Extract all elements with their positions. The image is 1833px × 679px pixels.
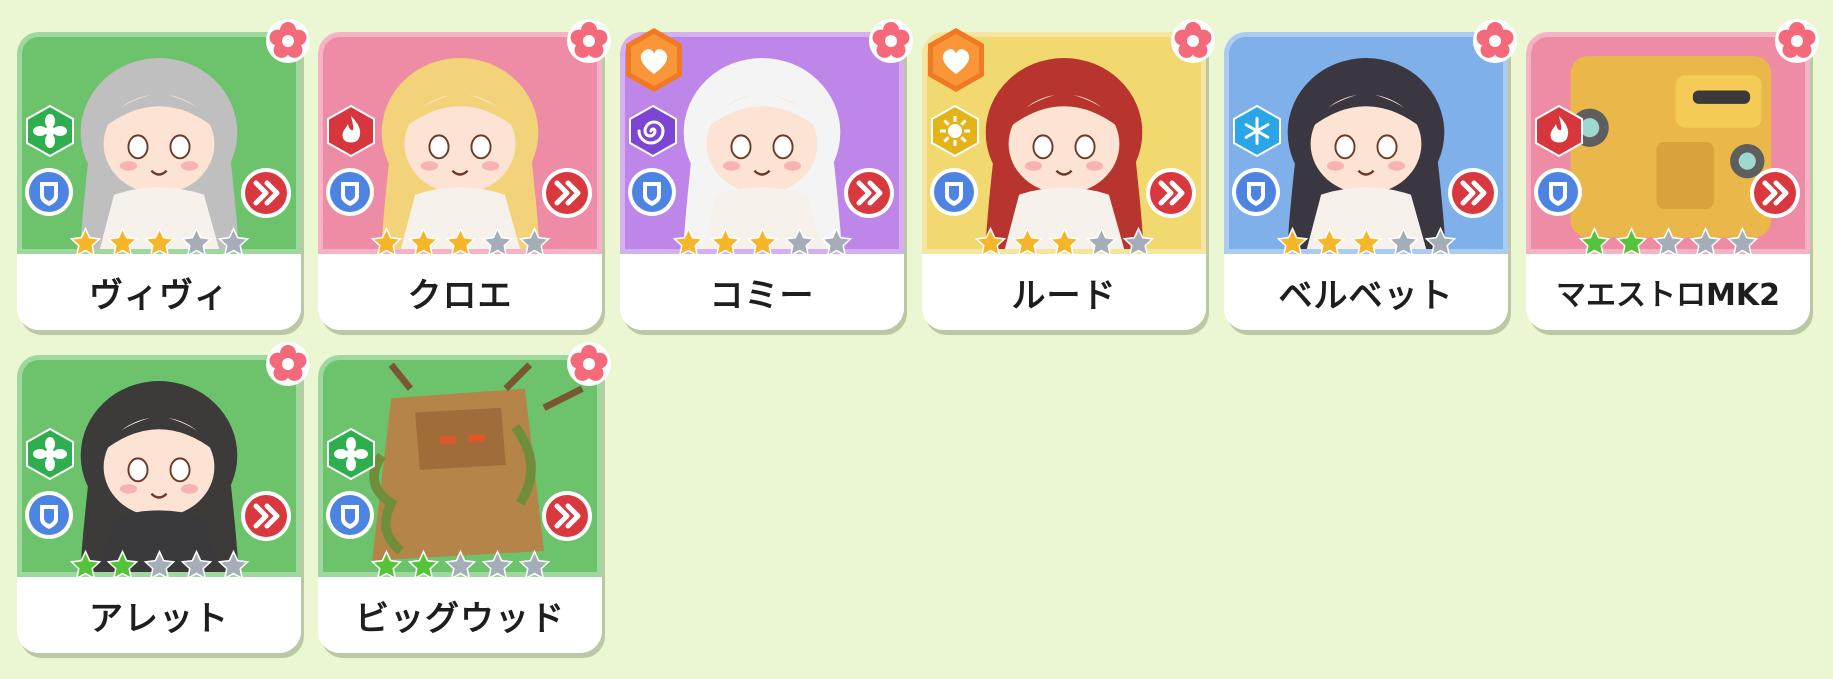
character-name: ヴィヴィ xyxy=(89,275,229,316)
spiral-icon xyxy=(629,104,677,158)
character-card[interactable]: ヴィヴィ xyxy=(17,19,310,330)
character-card[interactable]: コミー xyxy=(620,19,913,330)
shield-icon xyxy=(930,168,978,216)
fire-icon xyxy=(1535,104,1583,158)
leaf-icon xyxy=(26,427,74,481)
detail-arrow-icon[interactable] xyxy=(842,166,896,220)
character-card[interactable]: ルード xyxy=(922,19,1215,330)
sun-icon xyxy=(931,104,979,158)
detail-arrow-icon[interactable] xyxy=(1446,166,1500,220)
fire-icon xyxy=(327,104,375,158)
character-name: ルード xyxy=(1011,275,1117,316)
flower-icon xyxy=(266,342,310,386)
character-name: クロエ xyxy=(407,275,513,316)
flower-icon xyxy=(266,19,310,63)
name-bar: マエストロMK2 xyxy=(1526,254,1810,330)
name-bar: アレット xyxy=(17,577,301,653)
shield-icon xyxy=(628,168,676,216)
name-bar: ヴィヴィ xyxy=(17,254,301,330)
snowflake-icon xyxy=(1233,104,1281,158)
favorite-heart-icon xyxy=(928,28,984,92)
flower-icon xyxy=(567,19,611,63)
character-card[interactable]: アレット xyxy=(17,342,310,653)
name-bar: ルード xyxy=(922,254,1206,330)
name-bar: クロエ xyxy=(318,254,602,330)
shield-icon xyxy=(326,168,374,216)
detail-arrow-icon[interactable] xyxy=(239,489,293,543)
character-name: ベルベット xyxy=(1278,275,1454,316)
flower-icon xyxy=(1473,19,1517,63)
name-bar: ビッグウッド xyxy=(318,577,602,653)
shield-icon xyxy=(1232,168,1280,216)
character-name: コミー xyxy=(709,275,815,316)
character-card[interactable]: ベルベット xyxy=(1224,19,1517,330)
shield-icon xyxy=(1534,168,1582,216)
favorite-heart-icon xyxy=(626,28,682,92)
leaf-icon xyxy=(26,104,74,158)
character-grid: ヴィヴィ クロエ コミー ルード ベルベット マエストロMK2 アレット ビッグ… xyxy=(17,19,1819,672)
flower-icon xyxy=(1775,19,1819,63)
character-card[interactable]: クロエ xyxy=(318,19,611,330)
character-card[interactable]: マエストロMK2 xyxy=(1526,19,1819,330)
detail-arrow-icon[interactable] xyxy=(239,166,293,220)
flower-icon xyxy=(567,342,611,386)
shield-icon xyxy=(326,491,374,539)
detail-arrow-icon[interactable] xyxy=(540,166,594,220)
character-name: アレット xyxy=(89,598,229,639)
detail-arrow-icon[interactable] xyxy=(1748,166,1802,220)
character-name: ビッグウッド xyxy=(355,598,565,639)
detail-arrow-icon[interactable] xyxy=(540,489,594,543)
name-bar: コミー xyxy=(620,254,904,330)
shield-icon xyxy=(25,491,73,539)
detail-arrow-icon[interactable] xyxy=(1144,166,1198,220)
name-bar: ベルベット xyxy=(1224,254,1508,330)
leaf-icon xyxy=(327,427,375,481)
character-card[interactable]: ビッグウッド xyxy=(318,342,611,653)
character-name: マエストロMK2 xyxy=(1556,278,1780,313)
flower-icon xyxy=(1171,19,1215,63)
flower-icon xyxy=(869,19,913,63)
shield-icon xyxy=(25,168,73,216)
